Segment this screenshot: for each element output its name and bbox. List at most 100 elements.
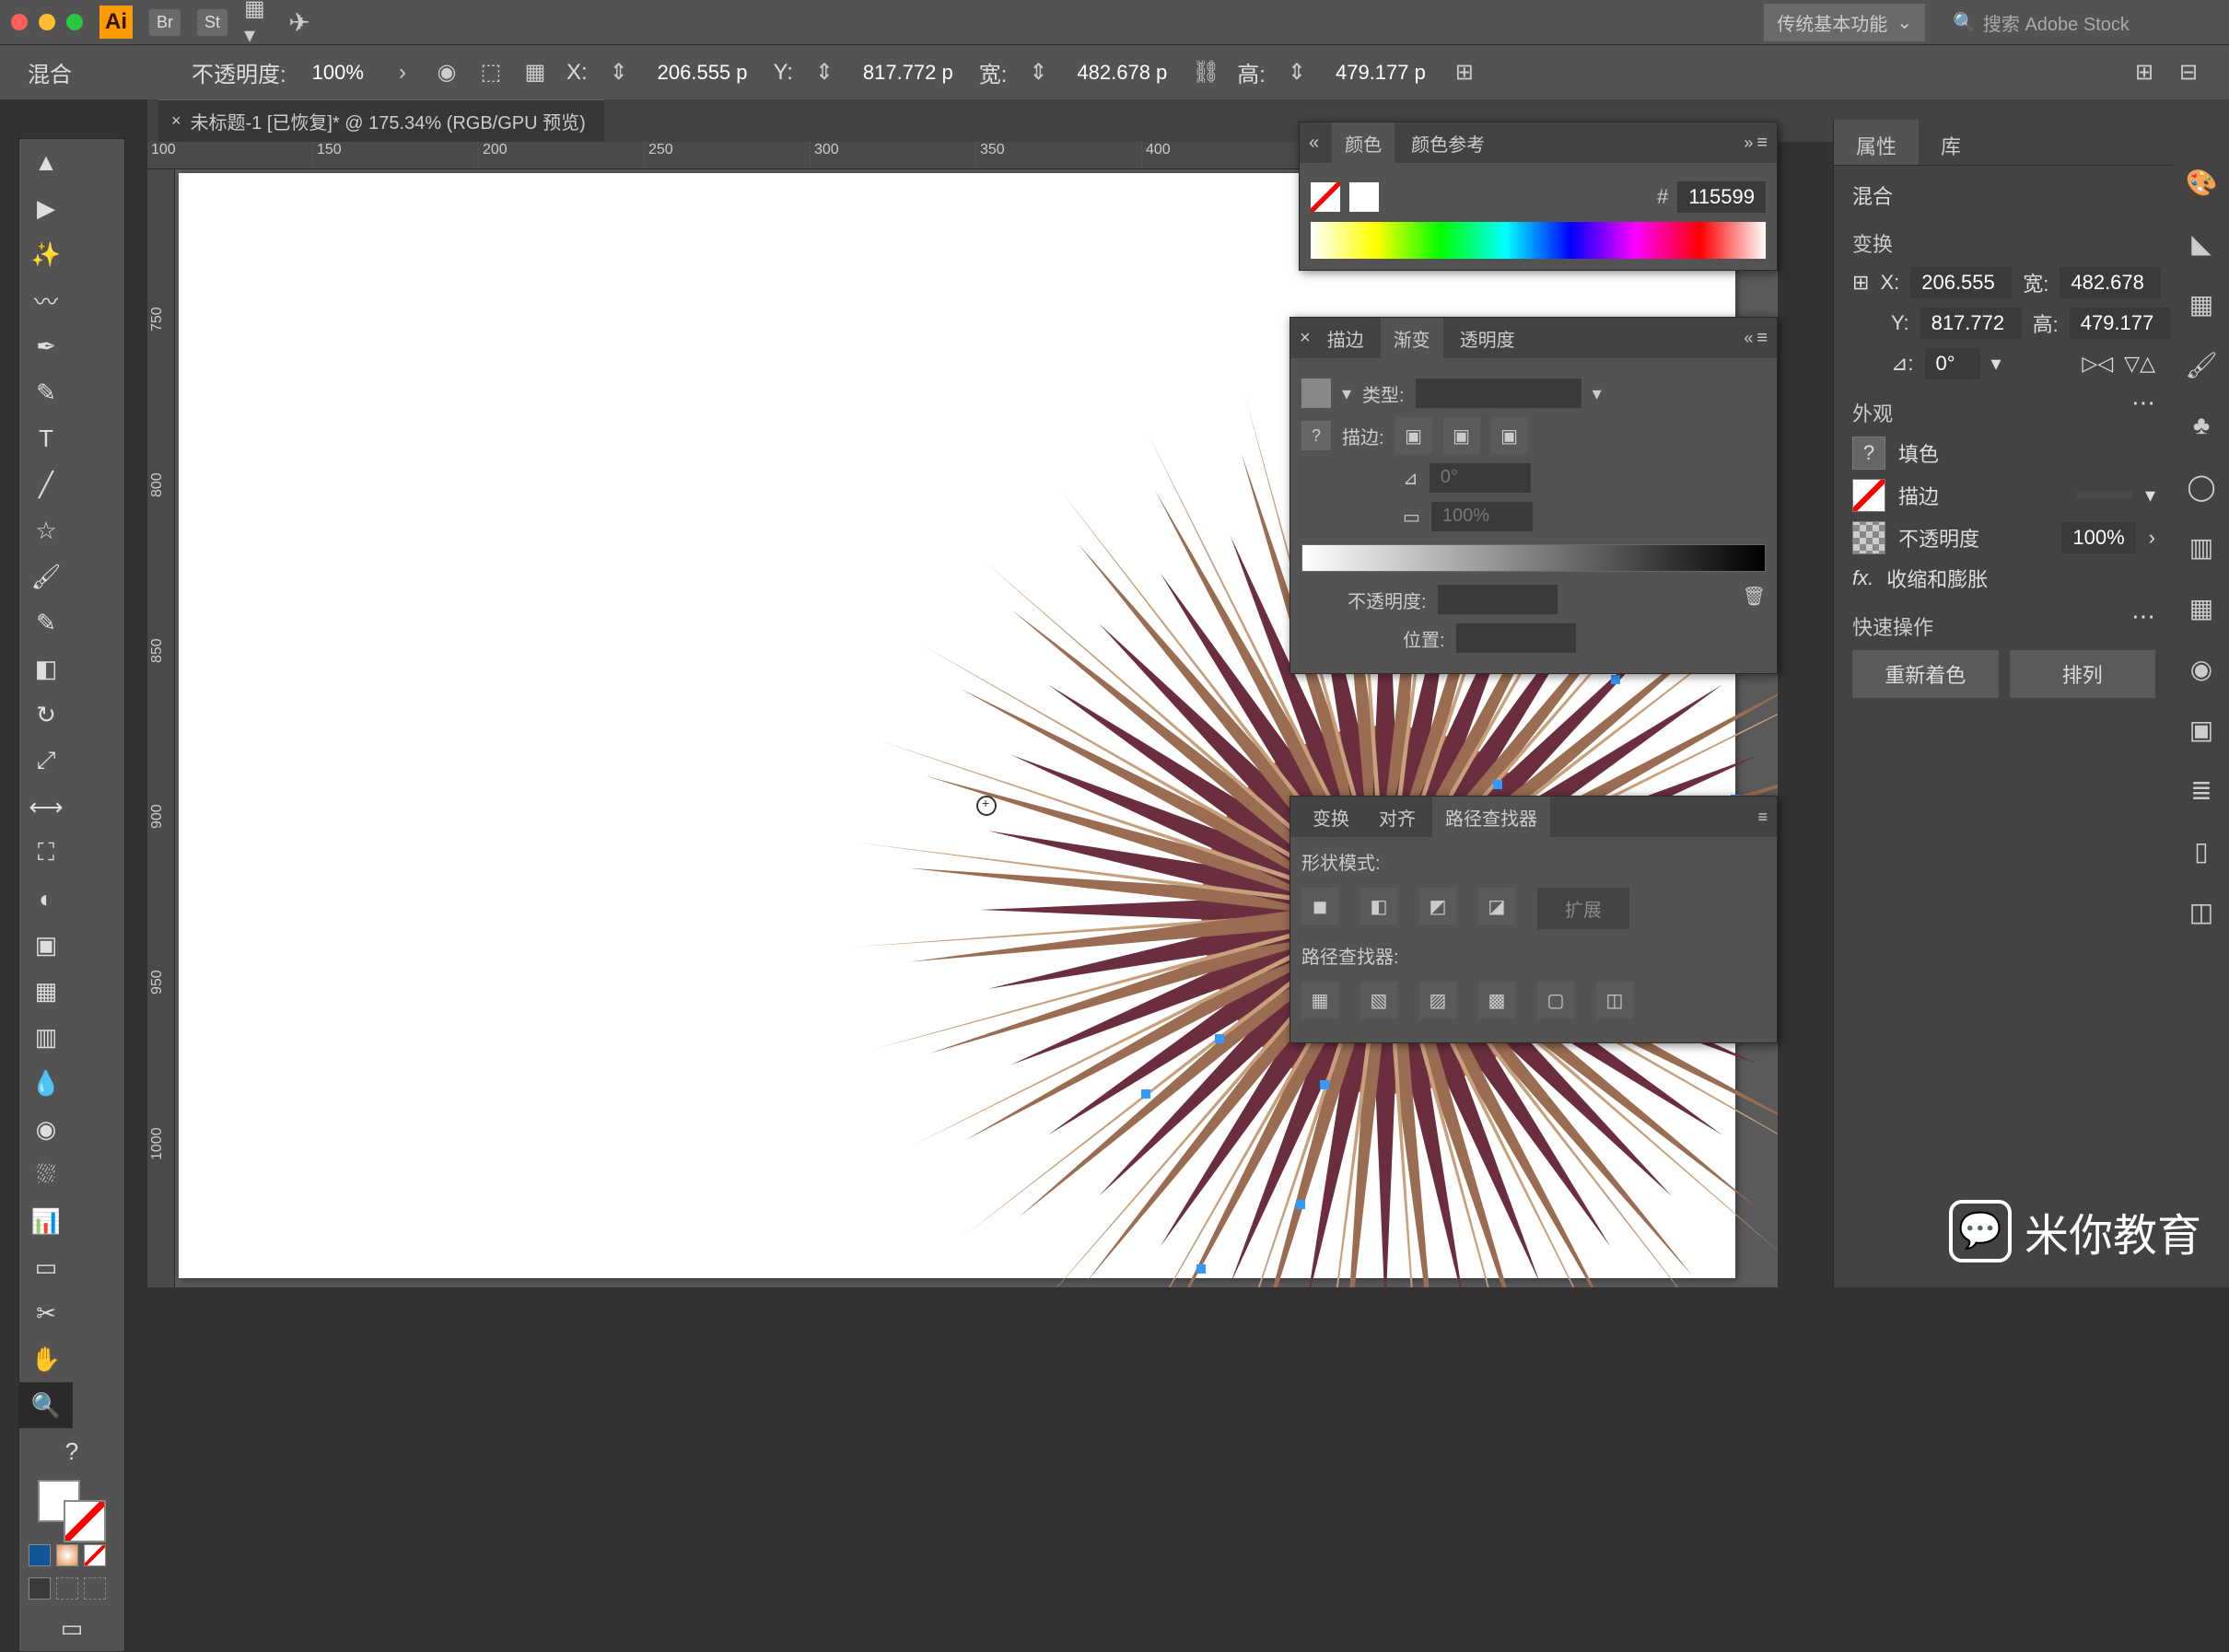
graphic-styles-icon[interactable]: ▣ (2185, 713, 2218, 746)
chevron-right-icon[interactable]: › (2149, 526, 2155, 550)
direct-selection-tool-icon[interactable]: ▶ (19, 185, 73, 231)
gradient-preview-icon[interactable] (1301, 378, 1331, 408)
color-guide-fan-icon[interactable]: ◣ (2185, 227, 2218, 260)
type-tool-icon[interactable]: T (19, 415, 73, 461)
prefs-icon[interactable]: ⊞ (2131, 60, 2157, 86)
pf-exclude-icon[interactable]: ◪ (1478, 888, 1515, 925)
width-tool-icon[interactable]: ⟷ (19, 784, 73, 830)
stepper-icon[interactable]: ⇕ (811, 60, 837, 86)
stroke-swatch-icon[interactable] (1349, 182, 1379, 212)
pf-trim-icon[interactable]: ▧ (1360, 982, 1397, 1018)
chevron-down-icon[interactable]: ▾ (1342, 382, 1351, 405)
stepper-icon[interactable]: ⇕ (606, 60, 632, 86)
anchor-point[interactable] (1196, 1264, 1206, 1274)
slice-tool-icon[interactable]: ✂ (19, 1290, 73, 1336)
color-mode-icon[interactable] (29, 1544, 51, 1566)
isolate-icon[interactable]: ⬚ (478, 60, 504, 86)
stroke-weight-field[interactable] (2077, 492, 2132, 499)
opacity-field[interactable]: 100% (2061, 522, 2135, 553)
fill-swatch-icon[interactable] (1311, 182, 1340, 212)
artboards-icon[interactable]: ◫ (2185, 895, 2218, 928)
screen-mode-icon[interactable]: ▭ (19, 1605, 124, 1651)
edit-toolbar-icon[interactable]: ? (19, 1428, 124, 1474)
pf-crop-icon[interactable]: ▩ (1478, 982, 1515, 1018)
window-min-traffic[interactable] (39, 14, 55, 30)
stroke-ring-icon[interactable]: ◯ (2185, 470, 2218, 503)
panel-close-icon[interactable]: × (1300, 328, 1311, 349)
link-icon[interactable]: ⛓ (1193, 60, 1219, 86)
anchor-point[interactable] (1296, 1200, 1305, 1209)
paintbrush-tool-icon[interactable]: 🖌 (19, 553, 73, 599)
more-options-icon[interactable]: ⋯ (2131, 602, 2155, 631)
gradient-fill-question-icon[interactable]: ? (1301, 421, 1331, 450)
eyedropper-tool-icon[interactable]: 💧 (19, 1060, 73, 1106)
window-max-traffic[interactable] (66, 14, 83, 30)
prop-y-field[interactable]: 817.772 (1920, 308, 2022, 339)
perspective-tool-icon[interactable]: ▣ (19, 922, 73, 968)
aspect-input[interactable]: 100% (1431, 502, 1533, 531)
draw-behind-icon[interactable] (56, 1577, 78, 1600)
stroke-swatch-icon[interactable] (64, 1500, 106, 1542)
prop-h-field[interactable]: 479.177 (2070, 308, 2171, 339)
bridge-button[interactable]: Br (149, 9, 181, 36)
stroke-align-in-icon[interactable]: ▣ (1395, 417, 1432, 454)
draw-normal-icon[interactable] (29, 1577, 51, 1600)
magic-wand-tool-icon[interactable]: ✨ (19, 231, 73, 277)
star-tool-icon[interactable]: ☆ (19, 507, 73, 553)
blend-tool-icon[interactable]: ◉ (19, 1106, 73, 1152)
gradient-tool-icon[interactable]: ▥ (19, 1014, 73, 1060)
gradient-slider[interactable] (1301, 544, 1766, 572)
anchor-point[interactable] (1320, 1080, 1329, 1089)
swatches-grid-icon[interactable]: ▦ (2185, 287, 2218, 320)
opacity-chevron-icon[interactable]: › (390, 60, 415, 86)
expand-button[interactable]: 扩展 (1537, 888, 1629, 929)
tab-pathfinder[interactable]: 路径查找器 (1432, 797, 1550, 838)
zoom-tool-icon[interactable]: 🔍 (19, 1382, 73, 1428)
stroke-swatch-icon[interactable] (1852, 479, 1885, 512)
tab-color[interactable]: 颜色 (1332, 122, 1395, 164)
gradient-type-select[interactable] (1416, 378, 1581, 408)
chevron-down-icon[interactable]: ▾ (1991, 352, 2001, 376)
stepper-icon[interactable]: ⇕ (1025, 60, 1051, 86)
graph-tool-icon[interactable]: 📊 (19, 1198, 73, 1244)
panel-menu-icon[interactable]: ≡ (1756, 328, 1768, 349)
flip-v-icon[interactable]: ▽△ (2124, 352, 2155, 376)
gpu-icon[interactable]: ✈ (286, 9, 312, 35)
stepper-icon[interactable]: ⇕ (1284, 60, 1310, 86)
x-field[interactable]: 206.555 p (650, 59, 755, 87)
workspace-switcher[interactable]: 传统基本功能 ⌄ (1764, 4, 1925, 41)
shape-builder-tool-icon[interactable]: ◐ (19, 876, 73, 922)
color-spectrum[interactable] (1311, 222, 1766, 259)
symbols-clover-icon[interactable]: ♣ (2185, 409, 2218, 442)
anchor-point[interactable] (1215, 1034, 1224, 1043)
arrange-button[interactable]: 排列 (2010, 650, 2156, 698)
tab-color-guide[interactable]: 颜色参考 (1398, 122, 1498, 164)
stroke-align-mid-icon[interactable]: ▣ (1443, 417, 1480, 454)
pen-tool-icon[interactable]: ✒ (19, 323, 73, 369)
pf-intersect-icon[interactable]: ◩ (1419, 888, 1456, 925)
angle-input[interactable]: 0° (1430, 463, 1531, 493)
grad-opacity-select[interactable] (1438, 585, 1558, 614)
more-options-icon[interactable]: ⋯ (2131, 389, 2155, 417)
pf-outline-icon[interactable]: ▢ (1537, 982, 1574, 1018)
asset-export-icon[interactable]: ▯ (2185, 834, 2218, 867)
tab-transparency[interactable]: 透明度 (1447, 318, 1528, 359)
close-tab-icon[interactable]: × (171, 111, 181, 131)
prop-angle-field[interactable]: 0° (1925, 348, 1980, 379)
prop-w-field[interactable]: 482.678 (2060, 267, 2161, 298)
gradient-square-icon[interactable]: ▥ (2185, 530, 2218, 564)
document-tab[interactable]: × 未标题-1 [已恢复]* @ 175.34% (RGB/GPU 预览) (158, 99, 604, 142)
mesh-tool-icon[interactable]: ▦ (19, 968, 73, 1014)
stock-button[interactable]: St (197, 9, 228, 36)
tab-transform[interactable]: 变换 (1300, 797, 1362, 838)
gradient-mode-icon[interactable] (56, 1544, 78, 1566)
hex-input[interactable]: 115599 (1677, 181, 1766, 213)
align-icon[interactable]: ▦ (522, 60, 548, 86)
selection-tool-icon[interactable]: ▲ (19, 139, 73, 185)
recolor-icon[interactable]: ◉ (434, 60, 460, 86)
draw-inside-icon[interactable] (84, 1577, 106, 1600)
fill-stroke-swatch[interactable] (19, 1483, 124, 1539)
prop-x-field[interactable]: 206.555 (1910, 267, 2012, 298)
fill-swatch-question-icon[interactable]: ? (1852, 436, 1885, 470)
tab-libraries[interactable]: 库 (1919, 120, 1983, 165)
